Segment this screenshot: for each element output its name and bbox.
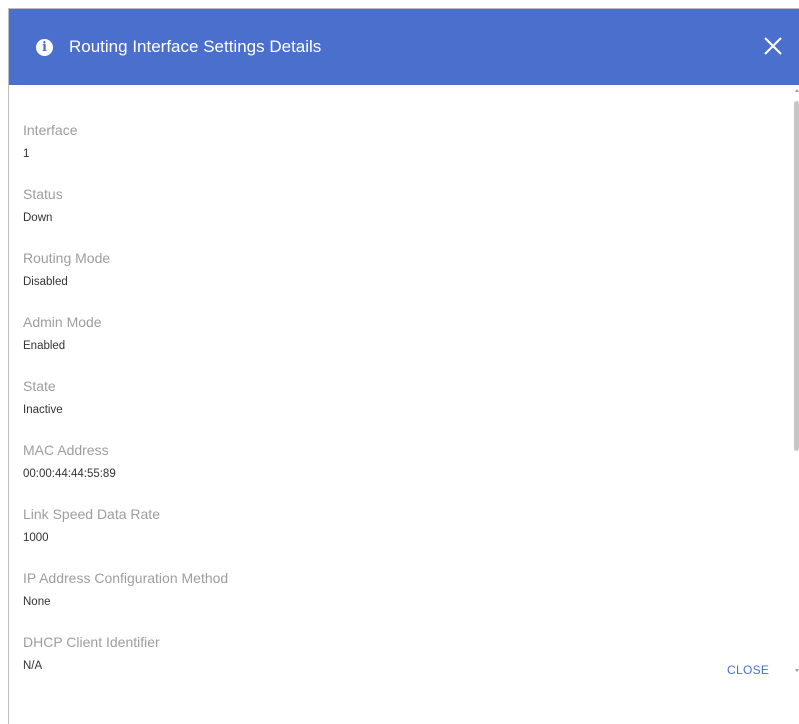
close-icon[interactable] bbox=[762, 35, 784, 57]
field-label: Interface bbox=[23, 122, 78, 138]
scroll-thumb[interactable] bbox=[794, 101, 799, 451]
field-value: Down bbox=[23, 212, 53, 224]
field-label: MAC Address bbox=[23, 442, 109, 458]
field-dhcp-client-identifier: DHCP Client Identifier N/A bbox=[23, 633, 160, 673]
field-label: DHCP Client Identifier bbox=[23, 634, 160, 650]
field-value: 00:00:44:44:55:89 bbox=[23, 468, 116, 480]
info-circle-icon: i bbox=[36, 39, 53, 56]
scroll-up-arrow-icon[interactable] bbox=[795, 89, 799, 92]
close-button[interactable]: CLOSE bbox=[727, 663, 769, 677]
dialog-title: Routing Interface Settings Details bbox=[69, 37, 322, 56]
field-label: IP Address Configuration Method bbox=[23, 570, 229, 586]
field-admin-mode: Admin Mode Enabled bbox=[23, 313, 102, 353]
field-state: State Inactive bbox=[23, 377, 63, 417]
field-link-speed-data-rate: Link Speed Data Rate 1000 bbox=[23, 505, 160, 545]
field-value: Disabled bbox=[23, 276, 68, 288]
background-page-strip bbox=[0, 0, 799, 8]
details-dialog: i Routing Interface Settings Details Int… bbox=[8, 8, 799, 724]
field-ip-address-configuration-method: IP Address Configuration Method None bbox=[23, 569, 228, 609]
field-value: 1000 bbox=[23, 532, 49, 544]
scroll-down-arrow-icon[interactable] bbox=[795, 669, 799, 672]
field-label: Link Speed Data Rate bbox=[23, 506, 160, 522]
vertical-scrollbar[interactable] bbox=[792, 85, 799, 679]
field-value: None bbox=[23, 596, 51, 608]
field-interface: Interface 1 bbox=[23, 121, 77, 161]
dialog-body: Interface 1 Status Down Routing Mode Dis… bbox=[9, 85, 794, 673]
field-mac-address: MAC Address 00:00:44:44:55:89 bbox=[23, 441, 116, 481]
dialog-footer: CLOSE bbox=[9, 663, 799, 724]
field-value: N/A bbox=[23, 660, 43, 672]
field-value: Inactive bbox=[23, 404, 63, 416]
field-label: Admin Mode bbox=[23, 314, 102, 330]
dialog-header: i Routing Interface Settings Details bbox=[9, 9, 799, 85]
field-status: Status Down bbox=[23, 185, 63, 225]
field-value: Enabled bbox=[23, 340, 66, 352]
field-label: Status bbox=[23, 186, 63, 202]
field-routing-mode: Routing Mode Disabled bbox=[23, 249, 110, 289]
field-label: Routing Mode bbox=[23, 250, 111, 266]
field-value: 1 bbox=[23, 148, 30, 160]
field-label: State bbox=[23, 378, 56, 394]
